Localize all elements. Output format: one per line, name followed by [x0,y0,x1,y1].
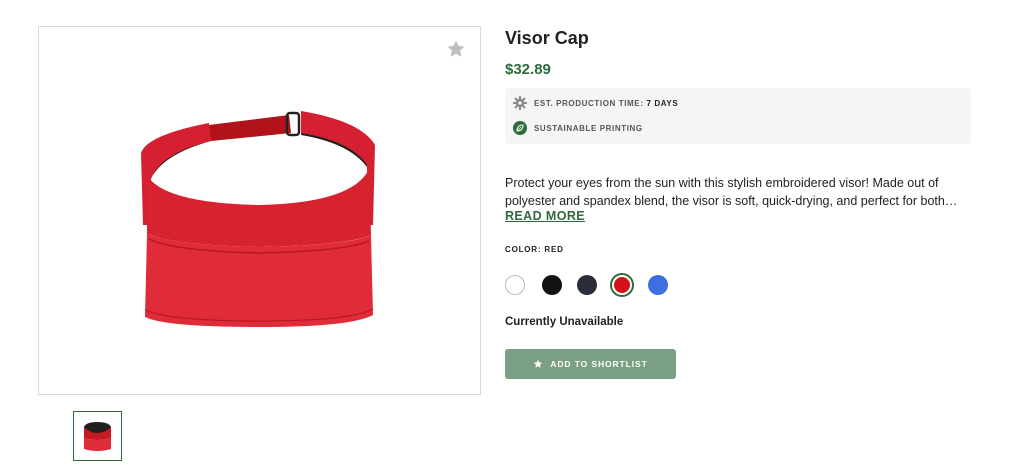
production-time-value: 7 DAYS [646,98,679,108]
product-main-image[interactable] [38,26,481,395]
swatch-navy[interactable] [577,275,597,295]
swatch-blue[interactable] [648,275,668,295]
leaf-icon [513,121,527,135]
star-icon[interactable] [446,39,466,59]
swatch-black[interactable] [542,275,562,295]
add-to-shortlist-label: ADD TO SHORTLIST [550,359,648,369]
read-more-link[interactable]: READ MORE [505,209,585,223]
sustainable-label: SUSTAINABLE PRINTING [534,123,643,133]
product-title: Visor Cap [505,28,589,48]
product-thumbnail[interactable] [73,411,122,461]
availability-status: Currently Unavailable [505,316,624,328]
gear-icon [513,96,527,110]
production-time-label: EST. PRODUCTION TIME: [534,98,644,108]
sustainable-row: SUSTAINABLE PRINTING [513,121,643,135]
production-info-box: EST. PRODUCTION TIME: 7 DAYS SUSTAINABLE… [505,88,971,144]
star-icon [534,359,543,368]
product-price: $32.89 [505,61,551,78]
visor-cap-illustration [141,111,375,327]
swatch-red[interactable] [610,273,634,297]
color-label: COLOR: RED [505,245,564,254]
production-time-row: EST. PRODUCTION TIME: 7 DAYS [513,96,678,110]
description-line: Protect your eyes from the sun with this… [505,176,939,190]
swatch-white[interactable] [505,275,525,295]
visor-thumbnail-image [84,422,111,451]
description-line: polyester and spandex blend, the visor i… [505,194,958,208]
product-description: Protect your eyes from the sun with this… [505,174,971,210]
add-to-shortlist-button[interactable]: ADD TO SHORTLIST [505,349,676,379]
